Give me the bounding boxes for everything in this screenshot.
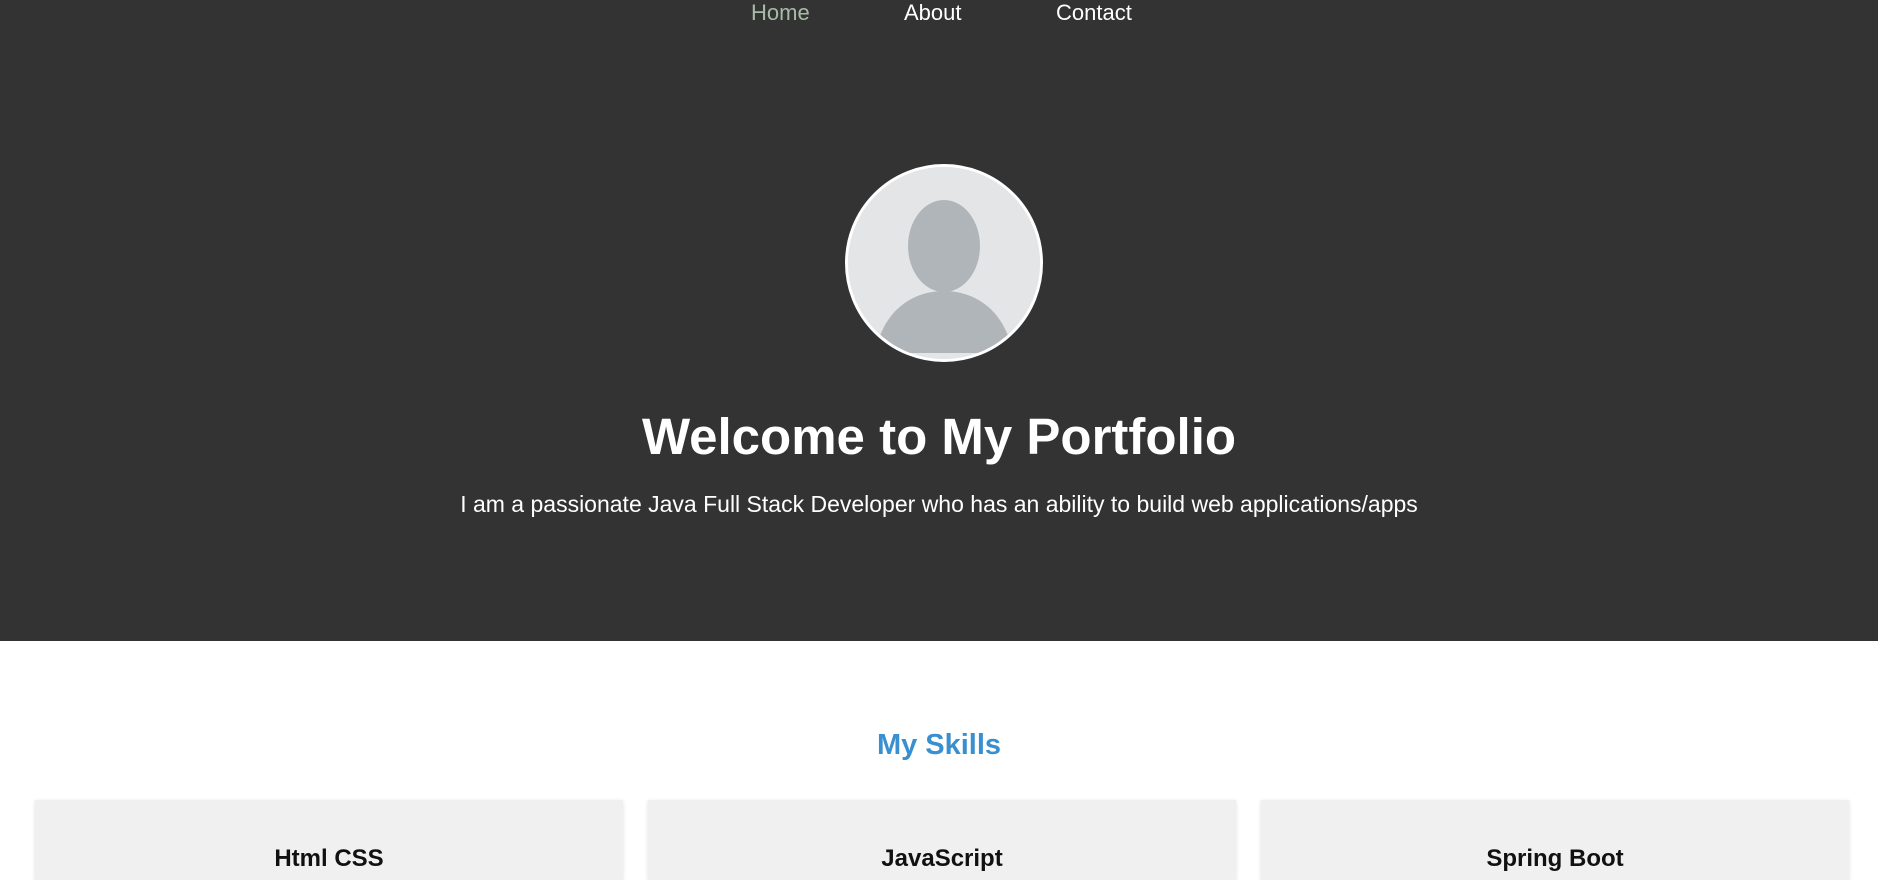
person-placeholder-icon xyxy=(848,167,1040,359)
skill-card-javascript: JavaScript xyxy=(648,800,1236,880)
skill-card-spring-boot: Spring Boot xyxy=(1261,800,1849,880)
skill-card-title: Spring Boot xyxy=(1486,845,1624,872)
skill-card-html-css: Html CSS xyxy=(35,800,623,880)
nav-about-link[interactable]: About xyxy=(904,0,962,26)
hero-title: Welcome to My Portfolio xyxy=(641,408,1237,465)
hero-section: Home About Contact Welcome to My Portfol… xyxy=(0,0,1878,641)
skill-card-title: Html CSS xyxy=(274,845,384,872)
main-nav: Home About Contact xyxy=(0,0,1878,30)
skill-card-title: JavaScript xyxy=(881,845,1003,872)
hero-subtitle: I am a passionate Java Full Stack Develo… xyxy=(460,491,1418,517)
profile-avatar xyxy=(845,164,1043,362)
nav-home-link[interactable]: Home xyxy=(751,0,810,26)
skills-heading: My Skills xyxy=(876,729,1002,761)
nav-contact-link[interactable]: Contact xyxy=(1056,0,1132,26)
